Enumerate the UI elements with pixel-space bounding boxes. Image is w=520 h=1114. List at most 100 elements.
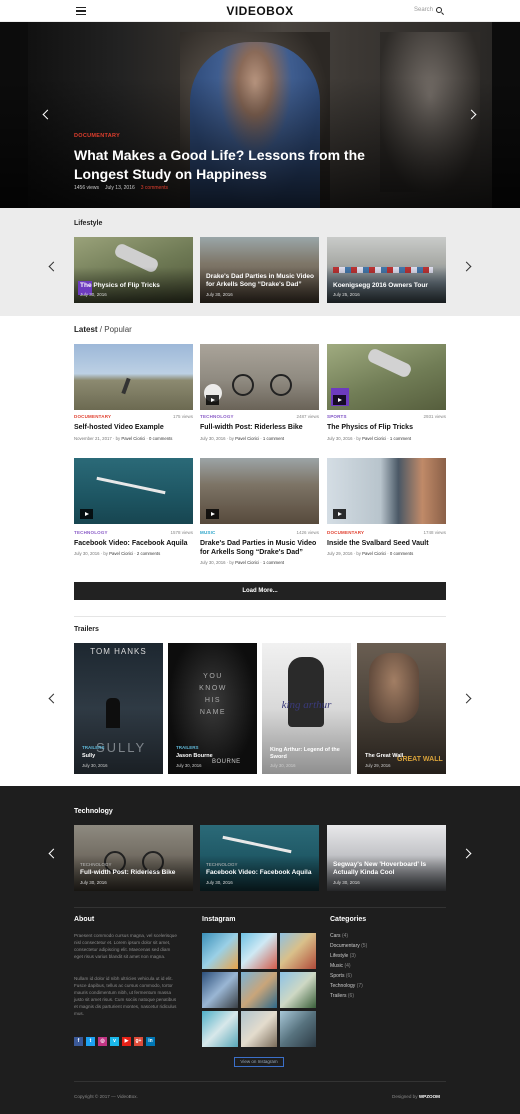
- instagram-photo[interactable]: [280, 972, 316, 1008]
- item-title[interactable]: Self-hosted Video Example: [74, 423, 194, 432]
- trailer-poster[interactable]: GREAT WALL The Great Wall July 29, 2016: [357, 643, 446, 774]
- trailer-title[interactable]: Sully: [82, 753, 157, 760]
- search-icon[interactable]: [436, 7, 442, 13]
- card-category[interactable]: TECHNOLOGY: [80, 862, 112, 867]
- instagram-photo[interactable]: [280, 933, 316, 969]
- item-comments[interactable]: 0 comments: [390, 551, 413, 556]
- googleplus-icon[interactable]: g+: [134, 1037, 143, 1046]
- lifestyle-card[interactable]: The Physics of Flip Tricks July 30, 2016: [74, 237, 193, 303]
- tab-popular[interactable]: Popular: [104, 325, 132, 334]
- category-link[interactable]: Sports (6): [330, 973, 352, 979]
- item-comments[interactable]: 0 comments: [149, 436, 172, 441]
- trailers-title[interactable]: Trailers: [74, 626, 99, 633]
- load-more-button[interactable]: Load More...: [74, 582, 446, 600]
- technology-card[interactable]: Segway's New 'Hoverboard' Is Actually Ki…: [327, 825, 446, 891]
- site-logo[interactable]: VIDEOBOX: [0, 4, 520, 18]
- video-thumbnail[interactable]: [200, 458, 319, 524]
- technology-card[interactable]: TECHNOLOGY Full-width Post: Riderless Bi…: [74, 825, 193, 891]
- instagram-photo[interactable]: [202, 972, 238, 1008]
- twitter-icon[interactable]: t: [86, 1037, 95, 1046]
- video-thumbnail[interactable]: [327, 458, 446, 524]
- item-comments[interactable]: 2 comments: [137, 551, 160, 556]
- trailer-poster[interactable]: TOM HANKS SULLY TRAILERS Sully July 30, …: [74, 643, 163, 774]
- trailer-poster[interactable]: YOU KNOW HIS NAME BOURNE TRAILERS Jason …: [168, 643, 257, 774]
- video-thumbnail[interactable]: [327, 344, 446, 410]
- technology-title[interactable]: Technology: [74, 808, 113, 815]
- lifestyle-card-title[interactable]: The Physics of Flip Tricks: [80, 282, 160, 290]
- search-label[interactable]: Search: [414, 7, 433, 13]
- video-thumbnail[interactable]: [74, 458, 193, 524]
- instagram-photo[interactable]: [241, 972, 277, 1008]
- trailers-next-arrow-icon[interactable]: [461, 693, 472, 704]
- lifestyle-title[interactable]: Lifestyle: [74, 220, 102, 227]
- play-icon[interactable]: [333, 395, 346, 405]
- vimeo-icon[interactable]: v: [110, 1037, 119, 1046]
- view-on-instagram-button[interactable]: View on Instagram: [234, 1057, 284, 1067]
- trailer-category[interactable]: TRAILERS: [82, 745, 105, 750]
- item-category[interactable]: TECHNOLOGY: [74, 530, 108, 535]
- hero-category[interactable]: DOCUMENTARY: [74, 133, 120, 139]
- item-title[interactable]: Facebook Video: Facebook Aquila: [74, 539, 194, 548]
- trailer-poster[interactable]: king arthur King Arthur: Legend of the S…: [262, 643, 351, 774]
- technology-card-title[interactable]: Facebook Video: Facebook Aquila: [206, 869, 311, 877]
- item-comments[interactable]: 1 comment: [263, 560, 284, 565]
- play-icon[interactable]: [206, 395, 219, 405]
- category-link[interactable]: Lifestyle (3): [330, 953, 356, 959]
- play-icon[interactable]: [206, 509, 219, 519]
- facebook-icon[interactable]: f: [74, 1037, 83, 1046]
- item-title[interactable]: The Physics of Flip Tricks: [327, 423, 447, 432]
- trailer-category[interactable]: TRAILERS: [176, 745, 199, 750]
- lifestyle-card[interactable]: Drake's Dad Parties in Music Video for A…: [200, 237, 319, 303]
- tab-latest[interactable]: Latest: [74, 325, 98, 334]
- technology-card[interactable]: TECHNOLOGY Facebook Video: Facebook Aqui…: [200, 825, 319, 891]
- video-thumbnail[interactable]: [74, 344, 193, 410]
- item-title[interactable]: Full-width Post: Riderless Bike: [200, 423, 320, 432]
- lifestyle-card-title[interactable]: Drake's Dad Parties in Music Video for A…: [206, 273, 316, 289]
- instagram-photo[interactable]: [280, 1011, 316, 1047]
- category-link[interactable]: Music (4): [330, 963, 351, 969]
- card-category[interactable]: TECHNOLOGY: [206, 862, 238, 867]
- instagram-icon[interactable]: ◎: [98, 1037, 107, 1046]
- item-author[interactable]: Pavel Ciorici: [109, 551, 133, 556]
- designer-link[interactable]: WPZOOM: [419, 1094, 440, 1099]
- item-comments[interactable]: 1 comment: [390, 436, 411, 441]
- lifestyle-card-title[interactable]: Koenigsegg 2016 Owners Tour: [333, 282, 428, 290]
- trailer-date: July 30, 2016: [82, 763, 108, 768]
- item-meta: July 30, 2016 · by Pavel Ciorici · 2 com…: [74, 551, 161, 556]
- category-link[interactable]: Trailers (6): [330, 993, 354, 999]
- item-category[interactable]: TECHNOLOGY: [200, 414, 234, 419]
- item-author[interactable]: Pavel Ciorici: [121, 436, 145, 441]
- item-comments[interactable]: 1 comment: [263, 436, 284, 441]
- item-title[interactable]: Inside the Svalbard Seed Vault: [327, 539, 447, 548]
- technology-card-title[interactable]: Full-width Post: Riderless Bike: [80, 869, 175, 877]
- instagram-photo[interactable]: [241, 1011, 277, 1047]
- trailer-title[interactable]: King Arthur: Legend of the Sword: [270, 747, 350, 761]
- instagram-photo[interactable]: [241, 933, 277, 969]
- category-link[interactable]: Documentary (5): [330, 943, 367, 949]
- item-author[interactable]: Pavel Ciorici: [362, 436, 386, 441]
- item-category[interactable]: SPORTS: [327, 414, 347, 419]
- item-category[interactable]: DOCUMENTARY: [327, 530, 364, 535]
- video-thumbnail[interactable]: [200, 344, 319, 410]
- hero-comments[interactable]: 3 comments: [141, 185, 168, 191]
- linkedin-icon[interactable]: in: [146, 1037, 155, 1046]
- youtube-icon[interactable]: ▶: [122, 1037, 131, 1046]
- category-link[interactable]: Technology (7): [330, 983, 363, 989]
- trailers-prev-arrow-icon[interactable]: [48, 693, 59, 704]
- lifestyle-card[interactable]: Koenigsegg 2016 Owners Tour July 25, 201…: [327, 237, 446, 303]
- item-category[interactable]: MUSIC: [200, 530, 216, 535]
- trailer-title[interactable]: The Great Wall: [365, 753, 440, 760]
- category-link[interactable]: Cars (4): [330, 933, 348, 939]
- technology-card-title[interactable]: Segway's New 'Hoverboard' Is Actually Ki…: [333, 861, 433, 877]
- item-author[interactable]: Pavel Ciorici: [235, 560, 259, 565]
- instagram-photo[interactable]: [202, 1011, 238, 1047]
- instagram-photo[interactable]: [202, 933, 238, 969]
- item-title[interactable]: Drake's Dad Parties in Music Video for A…: [200, 539, 320, 557]
- play-icon[interactable]: [333, 509, 346, 519]
- trailer-title[interactable]: Jason Bourne: [176, 753, 251, 760]
- item-category[interactable]: DOCUMENTARY: [74, 414, 111, 419]
- hero-title[interactable]: What Makes a Good Life? Lessons from the…: [74, 146, 394, 184]
- play-icon[interactable]: [80, 509, 93, 519]
- item-author[interactable]: Pavel Ciorici: [362, 551, 386, 556]
- item-author[interactable]: Pavel Ciorici: [235, 436, 259, 441]
